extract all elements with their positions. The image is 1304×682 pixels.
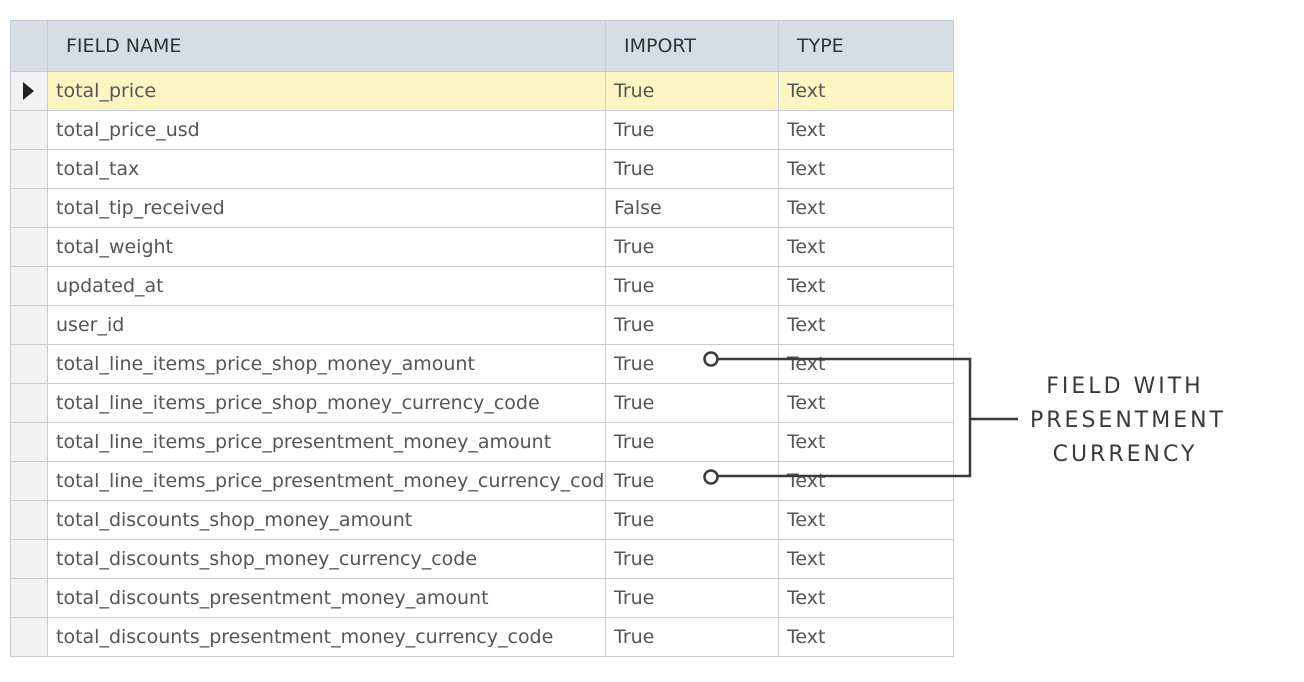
callout-line-2: PRESENTMENT	[1030, 408, 1226, 433]
callout-bracket	[718, 357, 972, 478]
callout-line-3: CURRENCY	[1052, 442, 1198, 467]
callout-endpoint-bottom	[703, 469, 719, 485]
callout-endpoint-top	[703, 351, 719, 367]
callout-line-1: FIELD WITH	[1046, 374, 1204, 399]
callout-label: FIELD WITH PRESENTMENT CURRENCY	[1030, 370, 1226, 472]
callout-connector	[703, 351, 1018, 485]
